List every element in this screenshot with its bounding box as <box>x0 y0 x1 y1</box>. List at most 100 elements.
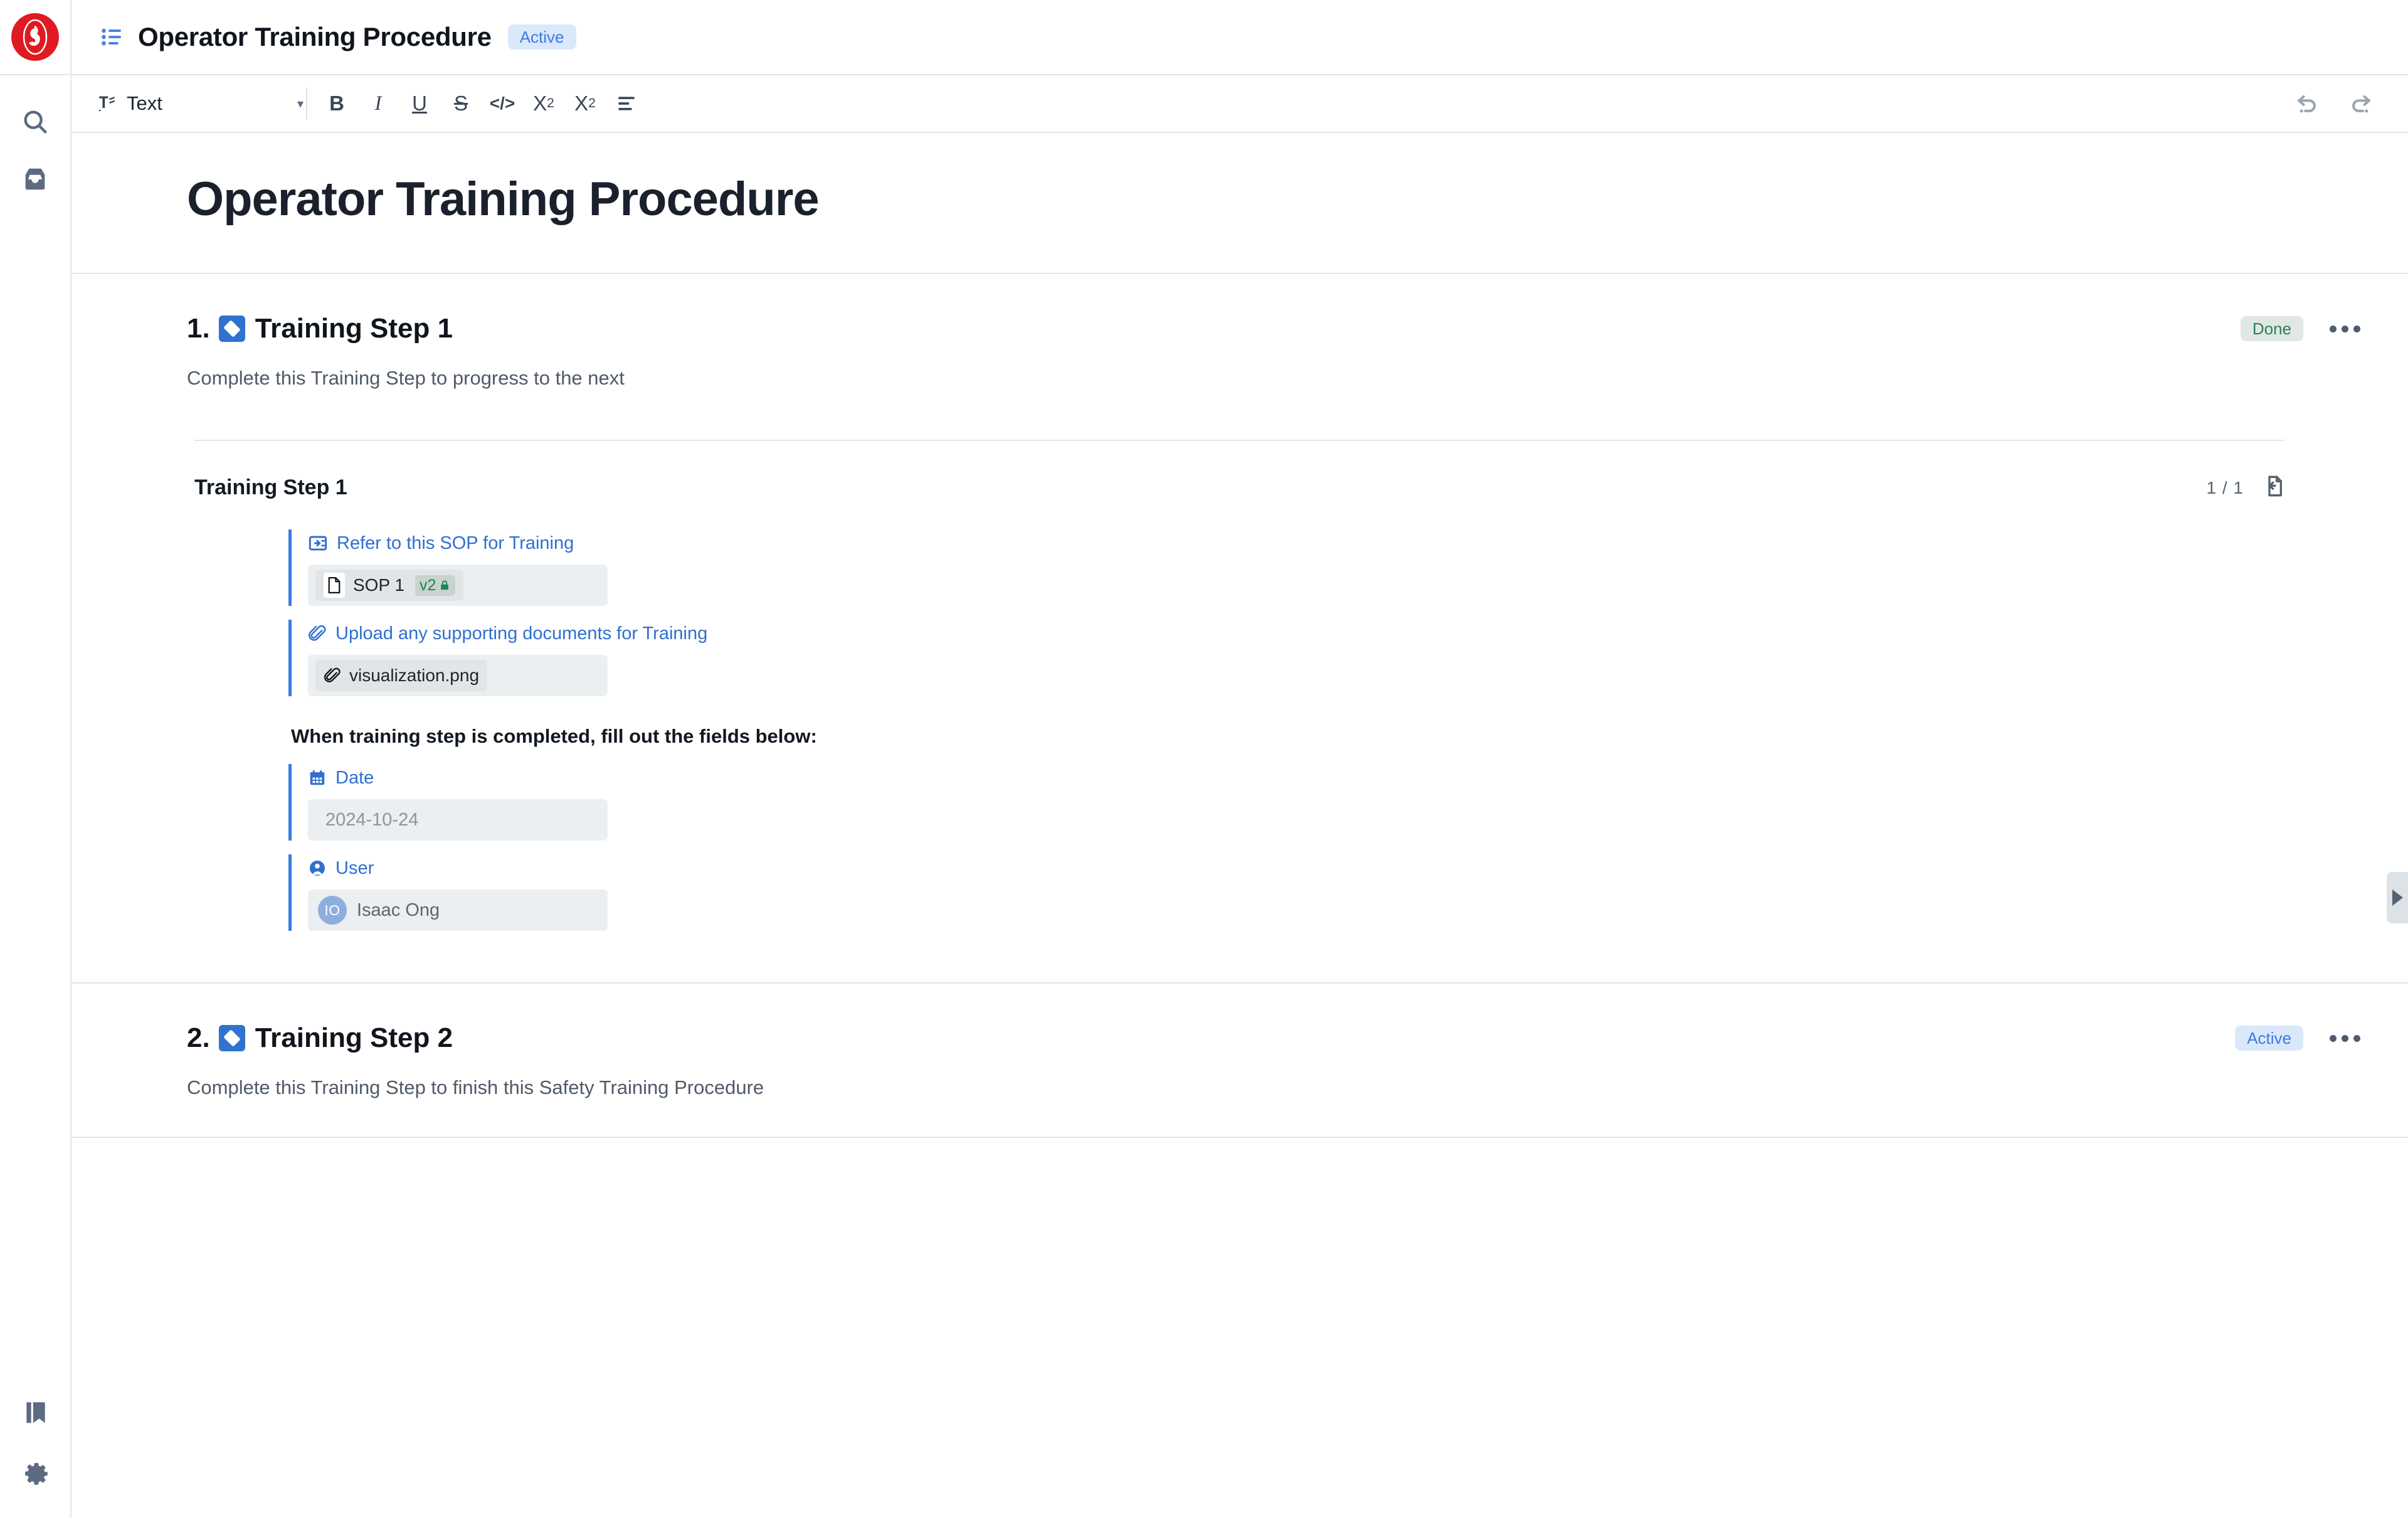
substep-1-header: Training Step 1 1 / 1 <box>194 474 2285 502</box>
field-date-value: 2024-10-24 <box>325 809 419 830</box>
app-logo[interactable] <box>0 0 71 75</box>
document-canvas: Operator Training Procedure 1. Training … <box>71 133 2408 1518</box>
strikethrough-button[interactable]: S <box>440 83 482 124</box>
inbox-icon <box>25 168 45 190</box>
step-2-header: 2. Training Step 2 Active <box>71 1022 2408 1054</box>
italic-button[interactable]: I <box>357 83 399 124</box>
left-rail <box>0 0 71 1518</box>
field-user-value: Isaac Ong <box>357 900 440 920</box>
substep-1-title[interactable]: Training Step 1 <box>194 475 347 500</box>
superscript-base: X <box>533 92 547 115</box>
sidebar-item-search[interactable] <box>0 93 71 151</box>
subscript-index: 2 <box>588 96 596 110</box>
sidebar-item-inbox[interactable] <box>0 151 71 208</box>
list-icon <box>99 24 124 50</box>
substep-1-fields: Refer to this SOP for Training SOP 1 v2 … <box>288 529 2285 931</box>
sop-chip-label: SOP 1 <box>353 575 404 595</box>
sidebar-item-settings[interactable] <box>0 1441 71 1499</box>
code-button[interactable]: </> <box>482 83 523 124</box>
settings-gear-icon <box>25 1463 48 1485</box>
sop-version-badge: v2 <box>415 575 456 596</box>
calendar-icon <box>310 770 325 785</box>
paperclip-icon <box>324 667 341 682</box>
sop-version-label: v2 <box>419 576 436 594</box>
editor-toolbar: Text ▾ B I U S </> X2 X2 <box>71 75 2408 133</box>
search-icon <box>24 110 47 134</box>
field-attachment-label: Upload any supporting documents for Trai… <box>335 623 708 644</box>
bold-button[interactable]: B <box>316 83 357 124</box>
attachment-chip[interactable]: visualization.png <box>315 660 488 691</box>
user-icon <box>310 861 325 876</box>
step-2-description: Complete this Training Step to finish th… <box>187 1076 764 1098</box>
field-user-label: User <box>335 857 374 878</box>
field-date-label: Date <box>335 767 374 788</box>
field-date-input[interactable]: 2024-10-24 <box>308 799 608 841</box>
avatar: IO <box>318 896 347 925</box>
app-window: Operator Training Procedure Active Text … <box>0 0 2408 1518</box>
paperclip-icon <box>309 625 326 641</box>
step-1-more-menu[interactable] <box>2323 319 2367 339</box>
sop-reference-icon <box>309 536 327 551</box>
main-area: Operator Training Procedure Active Text … <box>71 0 2408 1518</box>
expand-right-panel[interactable] <box>2387 872 2408 923</box>
underline-button[interactable]: U <box>399 83 440 124</box>
step-1-number: 1. <box>187 313 210 344</box>
step-section-2: 2. Training Step 2 Active Complete this … <box>71 984 2408 1138</box>
field-date: Date 2024-10-24 <box>288 764 2285 841</box>
step-1-header: 1. Training Step 1 Done <box>71 313 2408 344</box>
substep-1-meta: 1 / 1 <box>2207 474 2285 502</box>
step-1-description: Complete this Training Step to progress … <box>187 367 625 389</box>
text-style-label: Text <box>127 92 162 114</box>
attachment-chip-label: visualization.png <box>349 666 480 685</box>
step-diamond-icon <box>218 1025 245 1051</box>
document-icon-glyph <box>328 577 341 593</box>
status-badge: Active <box>507 24 576 50</box>
completion-fields-note: When training step is completed, fill ou… <box>291 725 817 747</box>
sidebar-item-library[interactable] <box>0 1384 71 1441</box>
field-user-label-row: User <box>308 854 2285 882</box>
field-attachment-value-box[interactable]: visualization.png <box>308 655 608 696</box>
user-chip[interactable]: IO Isaac Ong <box>315 896 440 925</box>
field-attachment-label-row: Upload any supporting documents for Trai… <box>308 620 2285 647</box>
redo-icon <box>2352 95 2371 113</box>
step-2-status-badge[interactable]: Active <box>2235 1026 2303 1051</box>
document-title[interactable]: Operator Training Procedure <box>187 172 2408 226</box>
toolbar-history-group <box>2288 84 2380 123</box>
step-1-title[interactable]: Training Step 1 <box>255 313 453 344</box>
redo-button[interactable] <box>2342 84 2380 123</box>
field-user: User IO Isaac Ong <box>288 854 2285 931</box>
chevron-down-icon: ▾ <box>297 97 304 111</box>
document-export-icon[interactable] <box>2260 474 2285 502</box>
list-icon-glyph <box>102 28 121 46</box>
field-sop-reference: Refer to this SOP for Training SOP 1 v2 <box>288 529 2285 606</box>
company-logo-icon <box>11 13 59 61</box>
field-sop-value-box[interactable]: SOP 1 v2 <box>308 565 608 606</box>
step-2-title[interactable]: Training Step 2 <box>255 1022 453 1054</box>
superscript-exponent: 2 <box>547 96 554 110</box>
superscript-button[interactable]: X2 <box>523 83 564 124</box>
subscript-button[interactable]: X2 <box>564 83 606 124</box>
step-1-status-badge[interactable]: Done <box>2240 316 2303 341</box>
step-section-1: 1. Training Step 1 Done Complete this Tr… <box>71 274 2408 984</box>
sop-chip[interactable]: SOP 1 v2 <box>315 570 464 601</box>
field-user-input[interactable]: IO Isaac Ong <box>308 889 608 931</box>
substep-block-1: Training Step 1 1 / 1 Refer to this SOP … <box>194 440 2285 931</box>
text-style-icon <box>97 93 118 114</box>
library-icon <box>26 1402 45 1423</box>
align-left-button[interactable] <box>606 83 647 124</box>
step-diamond-icon <box>218 316 245 342</box>
page-title: Operator Training Procedure <box>138 22 492 51</box>
align-left-icon <box>618 97 635 110</box>
undo-icon <box>2297 95 2316 113</box>
document-title-block: Operator Training Procedure <box>71 133 2408 274</box>
undo-button[interactable] <box>2288 84 2326 123</box>
diamond-glyph <box>223 320 241 337</box>
step-1-actions: Done <box>2224 316 2367 341</box>
seal-glyph <box>23 19 48 55</box>
titlebar: Operator Training Procedure Active <box>71 0 2408 75</box>
substep-page-count: 1 / 1 <box>2206 477 2244 497</box>
diamond-glyph <box>223 1029 241 1047</box>
step-2-more-menu[interactable] <box>2323 1029 2367 1048</box>
format-text-icon <box>98 96 115 112</box>
text-style-dropdown[interactable]: Text ▾ <box>97 85 304 122</box>
